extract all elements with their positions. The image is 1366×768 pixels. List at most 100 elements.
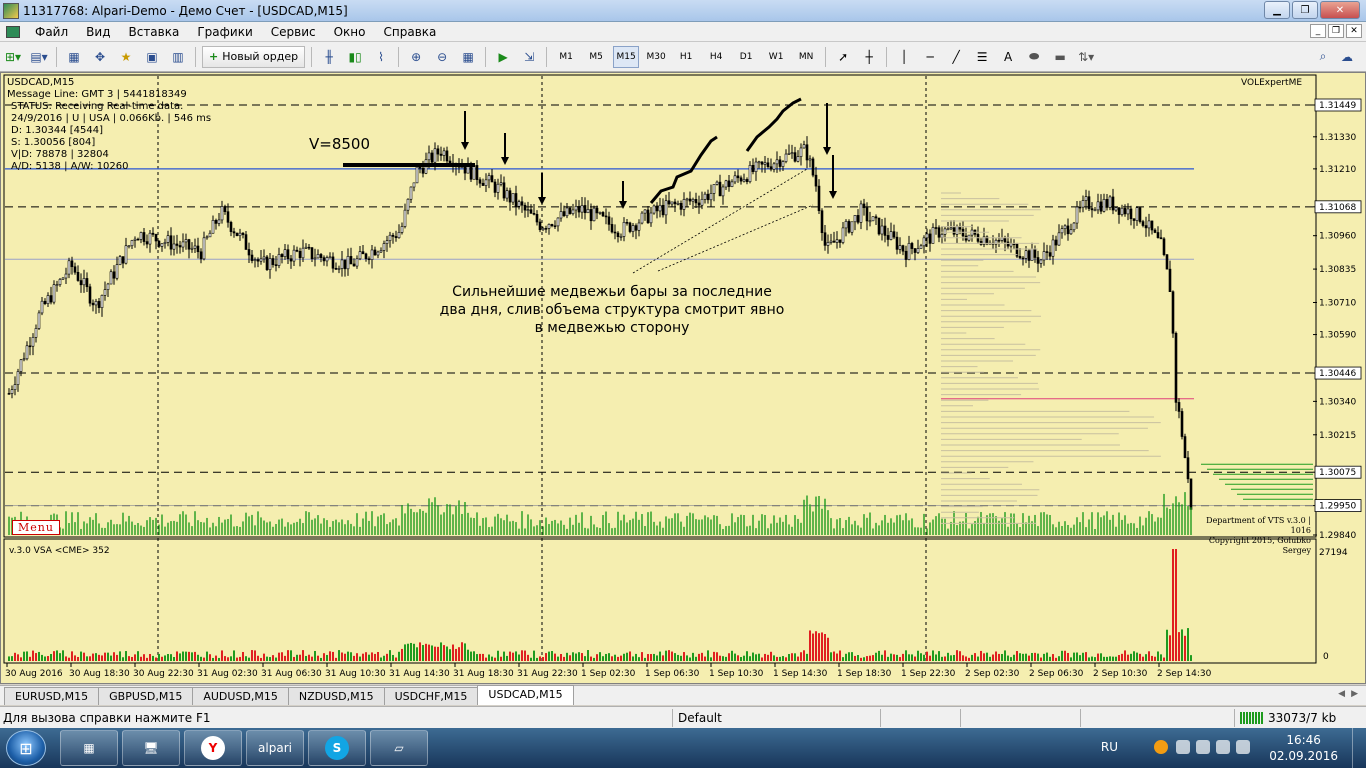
candle-body [97, 301, 101, 308]
candle-body [571, 209, 575, 214]
tile-windows-icon[interactable]: ▦ [457, 46, 479, 68]
candle-body [277, 254, 281, 266]
skype-icon: S [325, 736, 349, 760]
tab-right-icon[interactable]: ▶ [1351, 689, 1358, 699]
tray-power-icon[interactable] [1236, 740, 1250, 754]
menu-tools[interactable]: Сервис [262, 22, 325, 42]
line-chart-icon[interactable]: ⌇ [370, 46, 392, 68]
menu-view[interactable]: Вид [77, 22, 119, 42]
time-label: 1 Sep 06:30 [645, 669, 700, 679]
chart-comment: Сильнейшие медвежьи бары за последние дв… [425, 283, 799, 337]
candle-body [220, 206, 224, 221]
close-button[interactable]: ✕ [1320, 1, 1360, 19]
chart-restore-button[interactable]: ❐ [1328, 24, 1344, 38]
candle-body [562, 211, 566, 217]
menu-charts[interactable]: Графики [188, 22, 261, 42]
tab-nzdusd[interactable]: NZDUSD,M15 [287, 687, 385, 705]
price-label: 1.31210 [1319, 165, 1356, 175]
profiles-icon[interactable]: ▤▾ [28, 46, 50, 68]
zoom-out-icon[interactable]: ⊖ [431, 46, 453, 68]
show-desktop-button[interactable] [1352, 728, 1366, 768]
timeframe-d1[interactable]: D1 [733, 46, 759, 68]
candle-body [1108, 196, 1112, 208]
menu-badge[interactable]: Menu [12, 520, 60, 535]
status-divider [1234, 709, 1235, 727]
clock[interactable]: 16:46 02.09.2016 [1269, 732, 1338, 764]
candlestick-icon[interactable]: ▮▯ [344, 46, 366, 68]
candle-body [703, 193, 707, 200]
alpari-app[interactable]: alpari [246, 730, 304, 766]
chart-window[interactable]: 1.31449 1.31330 1.31210 1.31068 1.30960 1.308… [0, 72, 1366, 684]
timeframe-h1[interactable]: H1 [673, 46, 699, 68]
yandex-app[interactable]: Y [184, 730, 242, 766]
timeframe-m15[interactable]: M15 [613, 45, 640, 68]
minimize-button[interactable]: ▁ [1264, 1, 1290, 19]
fibonacci-icon[interactable]: ☰ [971, 46, 993, 68]
tab-audusd[interactable]: AUDUSD,M15 [192, 687, 289, 705]
explorer-app[interactable]: 🖥 [122, 730, 180, 766]
chart-shift-icon[interactable]: ⇲ [518, 46, 540, 68]
tab-left-icon[interactable]: ◀ [1338, 689, 1345, 699]
chart-close-button[interactable]: ✕ [1346, 24, 1362, 38]
timeframe-mn[interactable]: MN [793, 46, 819, 68]
tray-network-icon[interactable] [1196, 740, 1210, 754]
horizontal-line-icon[interactable]: ─ [919, 46, 941, 68]
zoom-in-icon[interactable]: ⊕ [405, 46, 427, 68]
start-button[interactable]: ⊞ [6, 730, 46, 766]
tab-eurusd[interactable]: EURUSD,M15 [4, 687, 100, 705]
menu-file[interactable]: Файл [26, 22, 77, 42]
notes-app[interactable]: ▱ [370, 730, 428, 766]
calculator-app[interactable]: ▦ [60, 730, 118, 766]
tray-app-icon[interactable] [1154, 740, 1168, 754]
community-icon[interactable]: ☁ [1336, 46, 1358, 68]
candle-body [1033, 248, 1037, 258]
bar-chart-icon[interactable]: ╫ [318, 46, 340, 68]
timeframe-m30[interactable]: M30 [643, 46, 669, 68]
tester-icon[interactable]: ▥ [167, 46, 189, 68]
candle-body [784, 153, 788, 162]
text-icon[interactable]: A [997, 46, 1019, 68]
candle-body [664, 200, 668, 216]
tab-usdchf[interactable]: USDCHF,M15 [383, 687, 479, 705]
skype-app[interactable]: S [308, 730, 366, 766]
menu-window[interactable]: Окно [325, 22, 375, 42]
candle-body [952, 227, 956, 235]
tab-usdcad[interactable]: USDCAD,M15 [477, 685, 574, 705]
ellipse-icon[interactable]: ⬬ [1023, 46, 1045, 68]
language-indicator[interactable]: RU [1101, 740, 1118, 754]
timeframe-h4[interactable]: H4 [703, 46, 729, 68]
tray-flag-icon[interactable] [1176, 740, 1190, 754]
new-chart-icon[interactable]: ⊞▾ [2, 46, 24, 68]
market-watch-icon[interactable]: ▦ [63, 46, 85, 68]
menu-insert[interactable]: Вставка [119, 22, 188, 42]
navigator-icon[interactable]: ✥ [89, 46, 111, 68]
status-bar: Для вызова справки нажмите F1 Default 33… [0, 706, 1366, 728]
timeframe-m1[interactable]: M1 [553, 46, 579, 68]
trendline-icon[interactable]: ╱ [945, 46, 967, 68]
chart-minimize-button[interactable]: _ [1310, 24, 1326, 38]
tab-gbpusd[interactable]: GBPUSD,M15 [98, 687, 194, 705]
timeframe-m5[interactable]: M5 [583, 46, 609, 68]
timeframe-w1[interactable]: W1 [763, 46, 789, 68]
candle-body [742, 179, 746, 182]
rectangle-icon[interactable]: ▬ [1049, 46, 1071, 68]
autoscroll-icon[interactable]: ▶ [492, 46, 514, 68]
restore-button[interactable]: ❐ [1292, 1, 1318, 19]
cursor-icon[interactable]: ➚ [832, 46, 854, 68]
candle-body [61, 277, 65, 280]
candle-body [244, 234, 248, 250]
menu-help[interactable]: Справка [375, 22, 446, 42]
down-arrow-head [829, 191, 837, 199]
arrows-icon[interactable]: ⇅▾ [1075, 46, 1097, 68]
chart-window-icon[interactable] [6, 25, 20, 38]
candle-body [73, 266, 77, 273]
candle-body [1084, 196, 1088, 201]
vertical-line-icon[interactable]: │ [893, 46, 915, 68]
new-order-button[interactable]: + Новый ордер [202, 45, 306, 68]
candle-body [706, 193, 710, 201]
favorites-icon[interactable]: ★ [115, 46, 137, 68]
crosshair-icon[interactable]: ┼ [858, 46, 880, 68]
terminal-icon[interactable]: ▣ [141, 46, 163, 68]
tray-volume-icon[interactable] [1216, 740, 1230, 754]
search-icon[interactable]: ⌕ [1312, 46, 1334, 68]
